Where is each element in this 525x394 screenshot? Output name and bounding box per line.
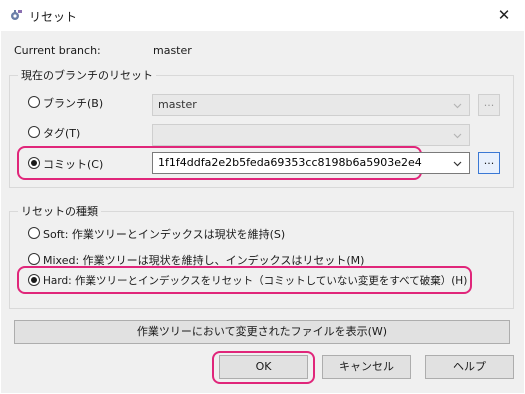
current-branch-value: master [153,44,192,57]
chevron-down-icon [453,133,462,139]
chevron-down-icon [453,103,462,109]
ok-button[interactable]: OK [219,355,308,379]
soft-radio[interactable] [28,227,40,239]
show-changed-files-button[interactable]: 作業ツリーにおいて変更されたファイルを表示(W) [14,320,510,344]
branch-browse-button[interactable]: ... [478,94,500,116]
gear-icon [11,10,22,20]
title-bar: リセット ✕ [0,0,525,31]
commit-combo[interactable]: 1f1f4ddfa2e2b5feda69353cc8198b6a5903e2e4 [152,152,470,174]
current-branch-label: Current branch: [14,44,101,57]
hard-radio-label[interactable]: Hard: 作業ツリーとインデックスをリセット（コミットしていない変更をすべて破… [43,273,467,288]
window-title: リセット [29,10,78,24]
soft-radio-label[interactable]: Soft: 作業ツリーとインデックスは現状を維持(S) [43,226,285,242]
branch-radio[interactable] [28,96,40,108]
commit-browse-button[interactable]: ... [478,152,500,174]
branch-radio-label[interactable]: ブランチ(B) [43,95,103,111]
reset-target-group-title: 現在のブランチのリセット [18,67,156,83]
branch-combo-value: master [158,98,197,111]
close-icon: ✕ [497,6,511,24]
chevron-down-icon [453,161,462,167]
tag-combo[interactable] [152,124,470,146]
commit-combo-value: 1f1f4ddfa2e2b5feda69353cc8198b6a5903e2e4 [158,156,422,169]
tag-radio[interactable] [28,126,40,138]
commit-radio[interactable] [28,157,40,169]
close-button[interactable]: ✕ [491,4,517,26]
reset-type-group-title: リセットの種類 [18,203,101,219]
hard-radio[interactable] [28,274,40,286]
mixed-radio[interactable] [28,253,40,265]
tag-radio-label[interactable]: タグ(T) [43,125,80,141]
commit-radio-label[interactable]: コミット(C) [43,156,103,172]
branch-combo[interactable]: master [152,94,470,116]
cancel-button[interactable]: キャンセル [322,355,411,379]
help-button[interactable]: ヘルプ [425,355,514,379]
